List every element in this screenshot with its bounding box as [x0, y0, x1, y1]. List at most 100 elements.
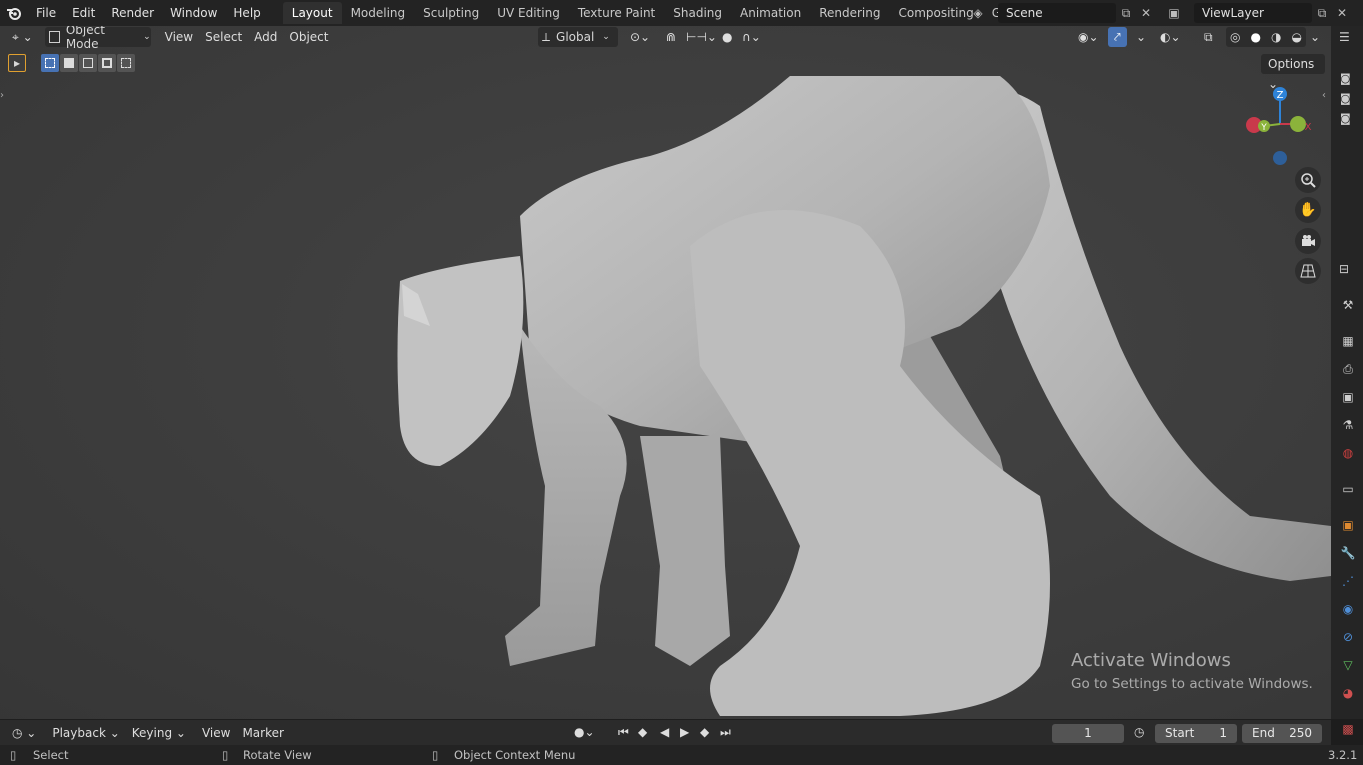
blender-logo-icon[interactable]: [0, 0, 28, 26]
chevron-down-icon: ⌄: [143, 32, 151, 42]
solid-shading-icon[interactable]: ●: [1251, 30, 1261, 44]
start-frame-field[interactable]: Start 1: [1155, 724, 1237, 743]
jump-to-keyframe-back-icon[interactable]: ◆: [638, 725, 647, 739]
camera-view-icon[interactable]: [1295, 228, 1321, 254]
menu-select[interactable]: Select: [199, 27, 248, 47]
view-layer-properties-icon[interactable]: ▣: [1339, 388, 1357, 406]
mode-selector[interactable]: Object Mode ⌄: [44, 26, 151, 51]
camera-icon[interactable]: ◙: [1340, 112, 1351, 125]
overlays-icon[interactable]: ◐⌄: [1154, 27, 1187, 47]
jump-to-keyframe-forward-icon[interactable]: ◆: [700, 725, 709, 739]
remove-view-layer-icon[interactable]: ✕: [1332, 3, 1352, 23]
render-properties-icon[interactable]: ▦: [1339, 332, 1357, 350]
scene-properties-icon[interactable]: ⚗: [1339, 416, 1357, 434]
object-properties-icon[interactable]: ▣: [1339, 516, 1357, 534]
transform-orientation-selector[interactable]: ⟂ Global ⌄: [538, 27, 618, 47]
outliner-filter-icon[interactable]: ☰: [1339, 30, 1350, 44]
scene-selector-icon[interactable]: ◈: [968, 3, 988, 23]
constraints-properties-icon[interactable]: ⊘: [1339, 628, 1357, 646]
particles-properties-icon[interactable]: ⋰: [1339, 572, 1357, 590]
new-view-layer-icon[interactable]: ⧉: [1312, 3, 1332, 23]
editor-type-button[interactable]: ⌖ ⌄: [6, 27, 39, 47]
world-properties-icon[interactable]: ◍: [1339, 444, 1357, 462]
mode-extend-icon[interactable]: [60, 54, 78, 72]
gizmo-options-icon[interactable]: ⌄: [1130, 27, 1152, 47]
menu-window[interactable]: Window: [162, 2, 225, 24]
remove-scene-icon[interactable]: ✕: [1136, 3, 1156, 23]
output-properties-icon[interactable]: ⎙: [1339, 360, 1357, 378]
navigation-gizmo[interactable]: Z Y X: [1240, 84, 1320, 174]
texture-properties-icon[interactable]: ▩: [1339, 720, 1357, 738]
toolbar-expand-icon[interactable]: ›: [0, 90, 4, 101]
properties-editor-icon[interactable]: ⊟: [1339, 262, 1349, 276]
menu-file[interactable]: File: [28, 2, 64, 24]
material-shading-icon[interactable]: ◑: [1271, 30, 1281, 44]
mode-new-icon[interactable]: [41, 54, 59, 72]
menu-help[interactable]: Help: [225, 2, 268, 24]
gizmo-z-negative[interactable]: [1273, 151, 1287, 165]
options-dropdown[interactable]: Options ⌄: [1261, 54, 1325, 91]
mode-invert-icon[interactable]: [98, 54, 116, 72]
tab-shading[interactable]: Shading: [664, 2, 731, 24]
tab-uv-editing[interactable]: UV Editing: [488, 2, 569, 24]
play-reverse-icon[interactable]: ◀: [660, 725, 669, 739]
wireframe-shading-icon[interactable]: ◎: [1230, 30, 1240, 44]
menu-render[interactable]: Render: [103, 2, 162, 24]
snap-toggle-icon[interactable]: ⋒: [660, 27, 682, 47]
play-icon[interactable]: ▶: [680, 725, 689, 739]
mode-intersect-icon[interactable]: [117, 54, 135, 72]
tab-rendering[interactable]: Rendering: [810, 2, 889, 24]
watermark-subtitle: Go to Settings to activate Windows.: [1071, 676, 1313, 692]
view-layer-name-field[interactable]: ViewLayer: [1194, 3, 1312, 23]
menu-keying[interactable]: Keying ⌄: [126, 723, 192, 743]
auto-keying-icon[interactable]: ●⌄: [574, 725, 595, 739]
menu-object[interactable]: Object: [283, 27, 334, 47]
gizmo-toggle-icon[interactable]: ⤤: [1108, 27, 1127, 47]
timeline-editor-type-icon[interactable]: ◷ ⌄: [6, 723, 42, 743]
menu-marker[interactable]: Marker: [236, 723, 289, 743]
jump-to-start-icon[interactable]: ⏮: [618, 725, 629, 740]
rendered-shading-icon[interactable]: ◒: [1292, 30, 1302, 44]
scene-name-field[interactable]: Scene: [998, 3, 1116, 23]
jump-to-end-icon[interactable]: ⏭: [720, 725, 731, 740]
modifier-properties-icon[interactable]: 🔧: [1339, 544, 1357, 562]
menu-playback[interactable]: Playback ⌄: [46, 723, 125, 743]
sidebar-expand-icon[interactable]: ‹: [1322, 90, 1326, 101]
gizmo-x-label: X: [1305, 122, 1312, 133]
mode-subtract-icon[interactable]: [79, 54, 97, 72]
tab-texture-paint[interactable]: Texture Paint: [569, 2, 664, 24]
data-properties-icon[interactable]: ▽: [1339, 656, 1357, 674]
end-frame-field[interactable]: End 250: [1242, 724, 1322, 743]
camera-icon[interactable]: ◙: [1340, 72, 1351, 85]
perspective-toggle-icon[interactable]: [1295, 258, 1321, 284]
status-rotate-view: Rotate View: [243, 748, 312, 762]
view-layer-selector-icon[interactable]: ▣: [1164, 3, 1184, 23]
menu-view[interactable]: View: [159, 27, 199, 47]
pivot-point-icon[interactable]: ⊙⌄: [624, 27, 656, 47]
material-properties-icon[interactable]: ◕: [1339, 684, 1357, 702]
new-scene-icon[interactable]: ⧉: [1116, 3, 1136, 23]
menu-view[interactable]: View: [196, 723, 236, 743]
tab-layout[interactable]: Layout: [282, 2, 342, 24]
start-label: Start: [1165, 726, 1195, 740]
tool-properties-icon[interactable]: ⚒: [1339, 296, 1357, 314]
falloff-icon[interactable]: ∩⌄: [736, 27, 767, 47]
select-box-tool-icon[interactable]: ▸: [8, 54, 26, 72]
camera-icon[interactable]: ◙: [1340, 92, 1351, 105]
menu-edit[interactable]: Edit: [64, 2, 103, 24]
collection-properties-icon[interactable]: ▭: [1339, 480, 1357, 498]
zoom-icon[interactable]: [1295, 167, 1321, 193]
menu-add[interactable]: Add: [248, 27, 283, 47]
mouse-left-icon: ▯: [10, 748, 17, 762]
clock-icon[interactable]: ◷: [1134, 725, 1144, 739]
tab-animation[interactable]: Animation: [731, 2, 810, 24]
pan-hand-icon[interactable]: ✋: [1295, 197, 1321, 223]
tab-modeling[interactable]: Modeling: [342, 2, 415, 24]
tab-sculpting[interactable]: Sculpting: [414, 2, 488, 24]
3d-viewport[interactable]: ⌖ ⌄ Object Mode ⌄ View Select Add Object…: [0, 26, 1331, 719]
xray-icon[interactable]: ⧉: [1198, 27, 1219, 47]
shading-options-icon[interactable]: ⌄: [1304, 27, 1326, 47]
current-frame-field[interactable]: 1: [1052, 724, 1124, 743]
visibility-icon[interactable]: ◉⌄: [1072, 27, 1105, 47]
physics-properties-icon[interactable]: ◉: [1339, 600, 1357, 618]
